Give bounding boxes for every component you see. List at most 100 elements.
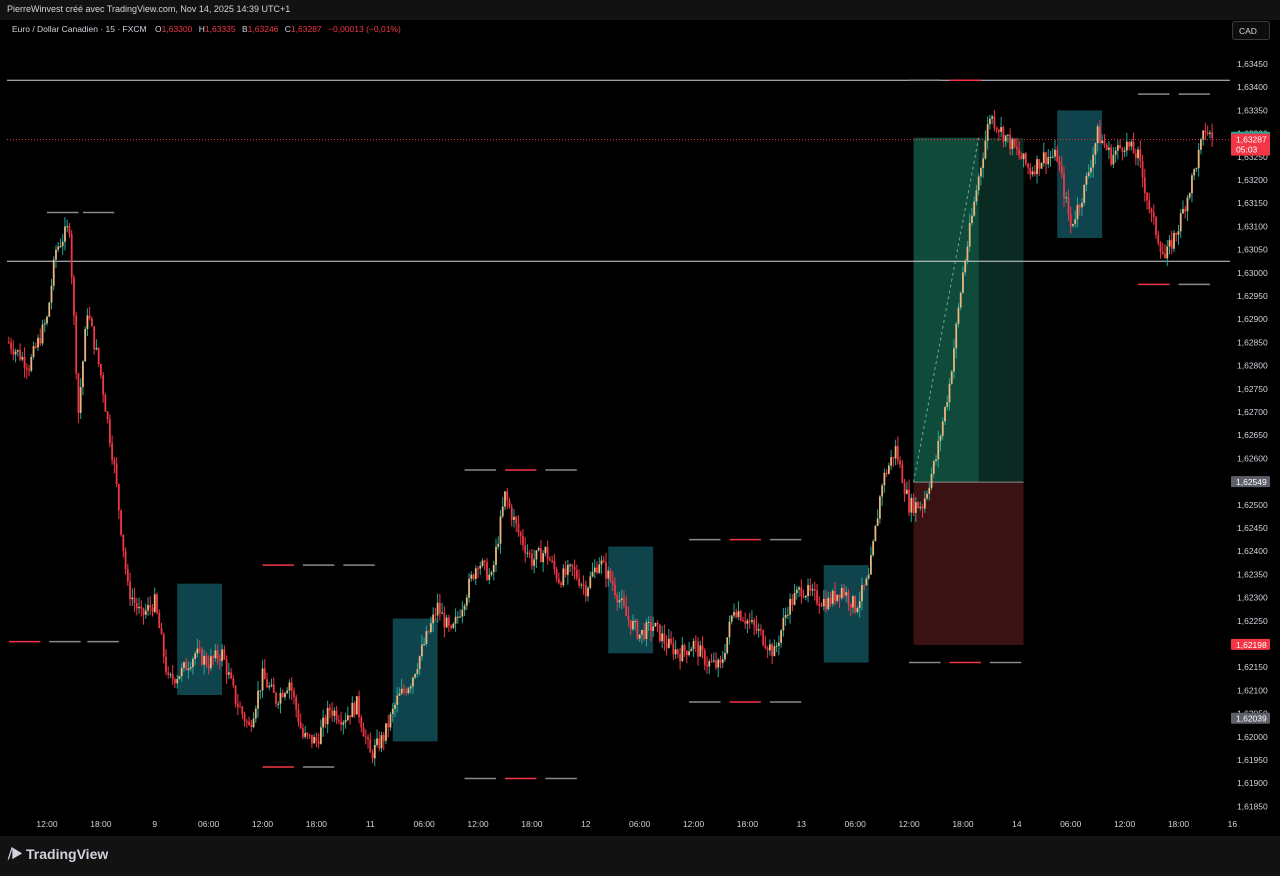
candle-body [932,461,935,474]
candle-body [587,587,589,597]
x-tick-label: 06:00 [629,819,651,829]
candle-body [1112,154,1115,165]
x-tick-label: 14 [1012,819,1022,829]
x-tick-label: 16 [1228,819,1238,829]
candle-body [977,176,980,191]
candle-body [831,590,834,604]
y-tick-label: 1,62000 [1237,732,1268,742]
low-value: 1,63246 [247,24,279,34]
candle-body [636,621,639,639]
candle-body [153,594,156,612]
y-tick-label: 1,62450 [1237,523,1268,533]
candle-body [474,568,477,579]
candle-body [82,361,84,388]
candle-body [144,610,147,615]
candle-body [912,497,915,513]
candle-body [364,736,367,738]
candle-body [708,661,711,667]
candle-body [373,744,376,759]
candle-body [1170,240,1173,249]
candle-body [706,665,708,667]
x-tick-label: 12:00 [683,819,705,829]
candle-body [19,350,21,360]
candle-body [32,346,35,358]
candle-body [1069,214,1072,226]
candle-body [450,625,452,628]
candle-body [1186,197,1189,212]
candle-body [436,602,439,616]
candle-body [387,723,390,728]
candle-body [542,553,545,563]
candle-body [108,419,111,444]
candle-body [201,649,203,665]
candle-body [1107,147,1110,150]
candle-body [1164,253,1166,259]
candle-body [239,706,241,708]
candle-body [1166,246,1169,259]
candle-body [461,609,464,617]
y-tick-label: 1,61850 [1237,801,1268,811]
y-tick-label: 1,62700 [1237,407,1268,417]
candle-body [28,369,30,371]
candle-body [391,708,394,715]
currency-button[interactable]: CAD [1232,21,1270,40]
candle-body [715,660,717,668]
candle-body [719,659,722,663]
candle-body [360,717,363,728]
candle-body [679,653,681,662]
candle-body [739,611,742,621]
candle-body [939,435,942,441]
candle-body [472,574,475,579]
candle-body [129,581,131,600]
candle-body [596,567,598,573]
y-tick-label: 1,61900 [1237,778,1268,788]
candle-body [874,525,877,542]
candle-body [616,594,619,603]
candle-body [445,617,448,628]
candle-body [1018,149,1020,156]
candle-body [726,637,729,654]
candle-body [980,168,982,177]
candle-body [638,634,641,639]
x-tick-label: 13 [797,819,807,829]
symbol-title[interactable]: Euro / Dollar Canadien · 15 · FXCM [12,24,147,34]
candle-body [555,569,558,579]
x-tick-label: 18:00 [90,819,112,829]
candle-body [1094,143,1097,155]
candle-body [1056,149,1059,162]
candle-body [548,559,551,561]
y-tick-label: 1,62500 [1237,500,1268,510]
candle-body [470,574,473,579]
candle-body [479,565,482,569]
candle-body [216,650,219,660]
candle-body [259,690,262,692]
candle-body [1155,216,1157,235]
candle-body [569,564,571,566]
candle-body [737,611,740,618]
y-tick-label: 1,62950 [1237,291,1268,301]
candle-body [1042,152,1045,164]
candle-body [627,616,630,620]
candle-body [279,692,282,704]
tradingview-logo[interactable]: ⧸▶ TradingView [8,846,108,862]
candle-body [712,660,715,662]
candle-body [192,658,194,668]
candle-body [10,342,12,350]
candlestick-chart[interactable]: 1,634501,634001,633501,633001,632501,632… [0,0,1280,876]
candle-body [861,585,863,602]
candle-body [964,260,967,273]
candle-body [540,548,542,563]
candle-body [876,518,879,526]
y-tick-label: 1,63200 [1237,175,1268,185]
candle-body [149,605,152,608]
candle-body [843,588,845,596]
candle-body [643,629,646,639]
close-value: 1,63287 [290,24,322,34]
candle-body [699,645,702,657]
candle-body [580,584,583,586]
candle-body [412,677,414,687]
candle-body [1146,193,1148,201]
candle-body [852,596,854,608]
candle-body [928,487,931,494]
candle-body [984,140,987,159]
